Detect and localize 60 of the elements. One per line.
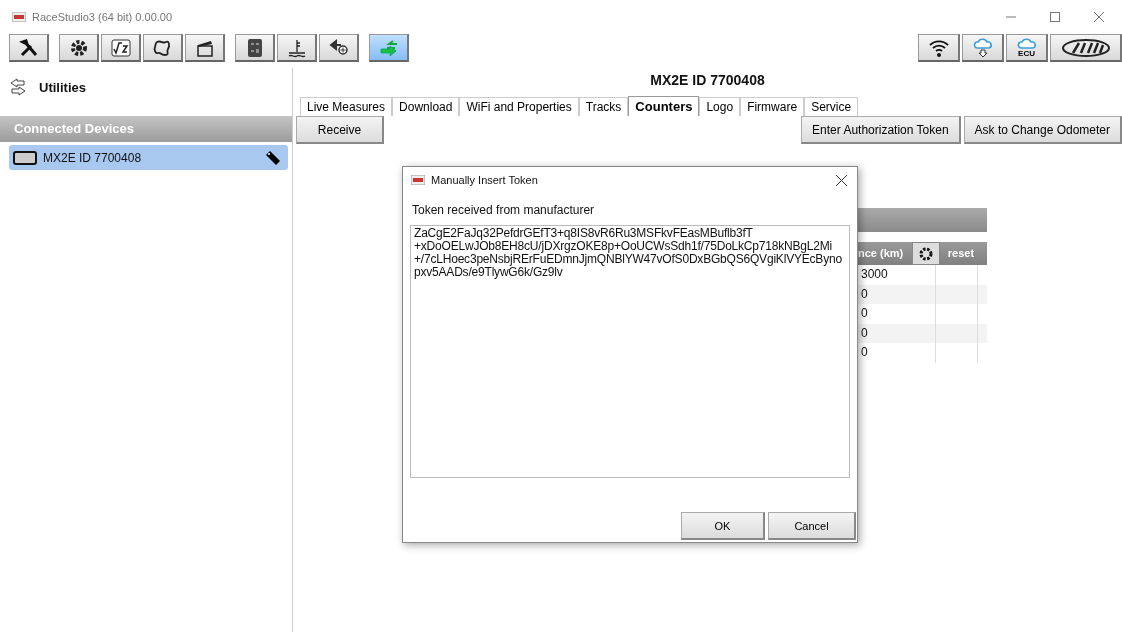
close-icon[interactable] (836, 174, 847, 186)
section-header: Connected Devices (0, 116, 292, 142)
app-icon (12, 12, 26, 22)
table-cell-text: 0 (860, 305, 869, 322)
wrench-icon (18, 37, 39, 58)
tab[interactable]: Service (804, 97, 859, 116)
settings-icon (918, 245, 934, 262)
tab[interactable]: Tracks (578, 97, 629, 116)
tag-icon (264, 148, 282, 167)
toolbar-button[interactable] (185, 34, 225, 62)
settings-button[interactable] (912, 242, 940, 265)
toolbar-button[interactable] (235, 34, 275, 62)
cloud-icon (1016, 37, 1037, 49)
gear-icon (68, 37, 89, 58)
square-root-icon (110, 37, 131, 58)
toolbar-button[interactable] (143, 34, 183, 62)
table-cell-text: 0 (860, 324, 869, 342)
tab[interactable]: Download (392, 97, 460, 116)
swap-icon (9, 78, 27, 96)
column-header: reset (946, 246, 976, 261)
dialog-button[interactable]: Cancel (768, 512, 856, 540)
maximize-icon[interactable] (1050, 12, 1060, 22)
ecu-label: ECU (1018, 49, 1035, 58)
device-item[interactable]: MX2E ID 7700408 (9, 145, 288, 170)
thermometer-icon (286, 37, 307, 58)
toolbar-button[interactable] (9, 34, 49, 62)
tab[interactable]: Live Measures (300, 97, 393, 116)
table-cell-text: 0 (860, 285, 869, 303)
arrow-plus-icon (328, 37, 349, 58)
field-label: Token received from manufacturer (411, 202, 596, 217)
cloud-download-button[interactable] (962, 34, 1004, 62)
app-icon (411, 175, 425, 185)
ecu-cloud-button[interactable]: ECU (1006, 34, 1048, 62)
logo-button[interactable] (1050, 34, 1122, 62)
logo-icon (1060, 37, 1111, 58)
receive-button[interactable]: Receive (296, 116, 384, 144)
toolbar-button[interactable] (277, 34, 317, 62)
tab[interactable]: Firmware (740, 97, 805, 116)
token-field[interactable]: ZaCgE2FaJq32PefdrGEfT3+q8IS8vR6Ru3MSFkvFEasMBuflb3fT +xDoOELwJOb8EH8cU/jDXrgzOKE8p+OoUCWsSdh1f/75DoLkCp718kNBgL2Mi +/7cLHoec3peNsbjRErFuEDmnJjmQNBlYW47vOfS0DxBGbQS6QVgiKlVYEcByno pxv5AADs/e9TlywG6k/Gz9lv (410, 225, 850, 478)
utilities-heading: Utilities (39, 79, 86, 95)
cloud-download-icon (971, 36, 994, 59)
device-name: MX2E ID 7700408 (43, 150, 143, 165)
toolbar-button[interactable] (59, 34, 99, 62)
tab[interactable]: Counters (628, 96, 700, 116)
toolbar-button[interactable] (319, 34, 359, 62)
device-icon (13, 150, 37, 165)
table-cell-text: 0 (860, 344, 869, 361)
toolbar-button[interactable] (101, 34, 141, 62)
column-header: nce (km) (857, 246, 905, 261)
action-button[interactable]: Enter Authorization Token (801, 116, 961, 144)
table-cell-text: 3000 (860, 266, 889, 283)
dialog-button[interactable]: OK (681, 512, 765, 540)
device-title: MX2E ID 7700408 (649, 71, 766, 90)
tab[interactable]: Logo (699, 97, 741, 116)
window-title: RaceStudio3 (64 bit) 0.00.00 (32, 11, 173, 23)
arrows-icon (378, 37, 399, 58)
tab[interactable]: WiFi and Properties (459, 97, 579, 116)
action-button[interactable]: Ask to Change Odometer (963, 116, 1122, 144)
wifi-button[interactable] (918, 34, 960, 62)
dialog-title: Manually Insert Token (431, 174, 539, 186)
